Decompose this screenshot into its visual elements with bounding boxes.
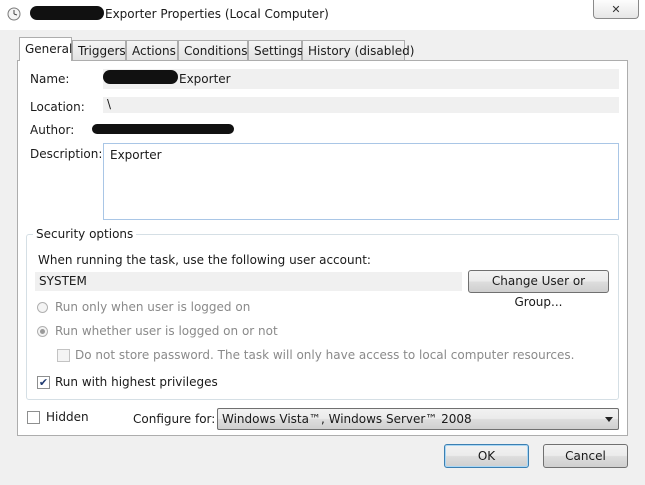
highest-privileges-label: Run with highest privileges xyxy=(55,375,218,389)
tab-triggers[interactable]: Triggers xyxy=(72,40,126,60)
radio-run-only-logged-on[interactable] xyxy=(37,302,48,313)
redacted-author xyxy=(92,124,234,134)
tab-history[interactable]: History (disabled) xyxy=(302,40,414,60)
hidden-label: Hidden xyxy=(46,410,89,424)
author-label: Author: xyxy=(30,123,75,137)
checkmark-icon: ✔ xyxy=(38,376,49,389)
description-textarea[interactable]: Exporter xyxy=(103,143,619,220)
location-value: \ xyxy=(107,97,112,111)
tab-settings[interactable]: Settings xyxy=(248,40,303,60)
hidden-checkbox[interactable] xyxy=(27,411,40,424)
window-title: Exporter Properties (Local Computer) xyxy=(105,7,329,21)
clock-icon xyxy=(7,7,21,21)
radio-run-whether-logged-on-label: Run whether user is logged on or not xyxy=(55,324,278,338)
configure-for-value: Windows Vista™, Windows Server™ 2008 xyxy=(222,412,472,426)
location-field[interactable]: \ xyxy=(103,97,619,113)
radio-run-whether-logged-on[interactable] xyxy=(37,326,48,337)
radio-run-only-logged-on-label: Run only when user is logged on xyxy=(55,300,251,314)
title-bar: Exporter Properties (Local Computer) ✕ xyxy=(0,0,645,30)
security-options-title: Security options xyxy=(33,227,137,241)
location-label: Location: xyxy=(30,100,85,114)
configure-for-select[interactable]: Windows Vista™, Windows Server™ 2008 xyxy=(217,408,619,430)
account-field: SYSTEM xyxy=(35,272,462,291)
do-not-store-password-checkbox[interactable] xyxy=(57,349,70,362)
tab-actions[interactable]: Actions xyxy=(126,40,178,60)
name-field[interactable]: Exporter xyxy=(103,69,619,89)
name-label: Name: xyxy=(30,72,70,86)
cancel-button[interactable]: Cancel xyxy=(543,444,628,468)
configure-for-label: Configure for: xyxy=(133,412,216,426)
ok-button[interactable]: OK xyxy=(444,444,529,468)
change-user-group-button[interactable]: Change User or Group... xyxy=(468,270,609,309)
chevron-down-icon xyxy=(605,417,613,422)
redacted-title-prefix xyxy=(30,6,104,20)
redacted-name xyxy=(103,70,178,84)
do-not-store-password-label: Do not store password. The task will onl… xyxy=(75,348,575,362)
name-value: Exporter xyxy=(179,72,231,86)
account-value: SYSTEM xyxy=(39,274,87,288)
close-icon: ✕ xyxy=(611,2,621,16)
tab-general[interactable]: General xyxy=(19,37,72,61)
highest-privileges-checkbox[interactable]: ✔ xyxy=(37,376,50,389)
close-button[interactable]: ✕ xyxy=(593,0,639,19)
description-value: Exporter xyxy=(110,148,162,162)
account-prompt: When running the task, use the following… xyxy=(38,253,371,267)
description-label: Description: xyxy=(30,147,103,161)
tab-conditions[interactable]: Conditions xyxy=(178,40,248,60)
